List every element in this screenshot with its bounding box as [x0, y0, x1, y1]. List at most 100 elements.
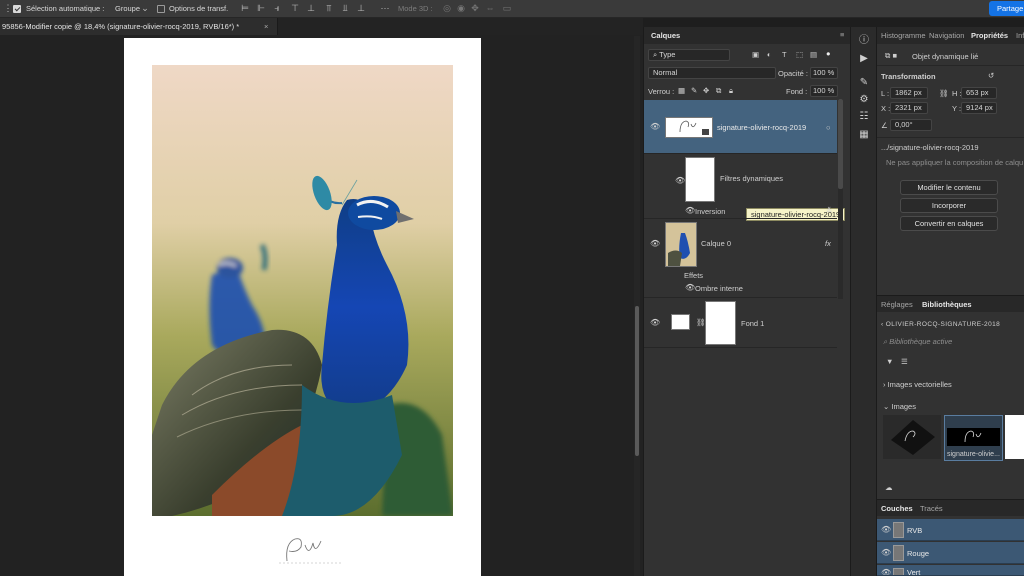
opacity-input[interactable]: 100 %: [810, 67, 838, 79]
menu-icon[interactable]: ⋮: [3, 4, 13, 13]
tab-navigation[interactable]: Navigation: [929, 31, 964, 40]
visibility-eye-icon[interactable]: 👁︎: [675, 177, 685, 185]
convert-to-layers-button[interactable]: Convertir en calques: [900, 216, 998, 231]
cloud-icon[interactable]: ☁︎: [885, 483, 893, 492]
visibility-eye-icon[interactable]: 👁︎: [685, 207, 695, 215]
reset-transform-icon[interactable]: ↺: [988, 71, 994, 80]
layer-filter-value: Type: [659, 50, 676, 59]
libraries-tabbar: Réglages Bibliothèques: [877, 295, 1024, 312]
lock-position-icon[interactable]: ✥: [703, 86, 709, 95]
align-top-icon[interactable]: ⊤: [290, 4, 300, 13]
filter-pixel-icon[interactable]: ▣: [752, 50, 759, 59]
library-item-partial[interactable]: [1005, 415, 1024, 459]
scrollbar-thumb[interactable]: [838, 99, 843, 189]
scale-3d-icon[interactable]: ▭: [502, 4, 512, 13]
fx-icon[interactable]: fx: [825, 239, 831, 248]
adjustments-icon[interactable]: ⚙︎: [858, 94, 870, 106]
lock-pixels-icon[interactable]: ✎: [691, 86, 697, 95]
info-icon[interactable]: ⓘ: [858, 35, 870, 47]
transform-controls-checkbox[interactable]: [157, 5, 165, 13]
channel-row-rgb[interactable]: 👁︎ RVB: [877, 519, 1024, 541]
layer-filter-dropdown[interactable]: ⌕ Type: [648, 49, 730, 61]
x-input[interactable]: 2321 px: [890, 102, 928, 114]
width-input[interactable]: 1862 px: [890, 87, 928, 99]
link-dimensions-icon[interactable]: ⛓︎: [939, 89, 949, 98]
library-item-selected[interactable]: signature-olivie...: [944, 415, 1003, 461]
filter-adjust-icon[interactable]: ◐: [767, 50, 772, 59]
channel-row-red[interactable]: 👁︎ Rouge: [877, 542, 1024, 564]
visibility-eye-icon[interactable]: 👁︎: [881, 526, 891, 534]
blend-mode-value: Normal: [653, 68, 678, 77]
peacock-photo[interactable]: [152, 65, 453, 516]
section-vector-images[interactable]: › Images vectorielles: [883, 380, 952, 389]
tab-paths[interactable]: Tracés: [920, 504, 943, 513]
lock-artboard-icon[interactable]: ⧉: [716, 86, 721, 96]
align-left-icon[interactable]: ⊨: [240, 4, 250, 13]
tab-libraries[interactable]: Bibliothèques: [922, 300, 972, 309]
visibility-eye-icon[interactable]: 👁︎: [650, 123, 660, 131]
tab-adjustments[interactable]: Réglages: [881, 300, 913, 309]
lock-all-icon[interactable]: 🔒︎: [729, 86, 733, 96]
slide-3d-icon[interactable]: ⇔: [485, 4, 495, 13]
distribute-top-icon[interactable]: ⫪: [324, 4, 334, 13]
layer-row-signature[interactable]: 👁︎ signature-olivier-rocq-2019 ○ signatu…: [644, 100, 846, 221]
filter-text-icon[interactable]: T: [782, 50, 787, 59]
auto-select-checkbox[interactable]: [13, 5, 21, 13]
play-icon[interactable]: ▶: [858, 53, 870, 65]
align-center-icon[interactable]: ⊩: [256, 4, 266, 13]
tab-histogram[interactable]: Histogramme: [881, 31, 926, 40]
tab-properties[interactable]: Propriétés: [971, 31, 1008, 40]
blend-mode-dropdown[interactable]: Normal: [648, 67, 776, 79]
layer-row-fond-1[interactable]: 👁︎ ⛓︎ Fond 1: [644, 298, 837, 348]
layers-scrollbar[interactable]: [838, 99, 843, 299]
roll-3d-icon[interactable]: ◉: [456, 4, 466, 13]
tab-layers[interactable]: Calques: [651, 31, 680, 40]
filter-smart-icon[interactable]: ▤: [810, 50, 817, 59]
rotate-3d-icon[interactable]: ◎: [442, 4, 452, 13]
document-title: 95856-Modifier copie @ 18,4% (signature-…: [2, 22, 240, 31]
lock-transparent-icon[interactable]: ▦: [678, 86, 685, 95]
distribute-middle-icon[interactable]: ⫫: [340, 4, 350, 13]
filter-toggle-icon[interactable]: ●: [826, 49, 831, 58]
sort-icon[interactable]: ☰: [901, 357, 908, 366]
sliders-icon[interactable]: ☷: [858, 111, 870, 123]
library-item-rotated[interactable]: [883, 415, 941, 459]
height-input[interactable]: 653 px: [961, 87, 997, 99]
y-input[interactable]: 9124 px: [961, 102, 997, 114]
signature-logo[interactable]: [275, 535, 345, 565]
visibility-eye-icon[interactable]: 👁︎: [685, 284, 695, 292]
filter-options-icon[interactable]: ≚: [826, 206, 832, 215]
section-images[interactable]: ⌄ Images: [883, 402, 916, 411]
filter-icon[interactable]: ▼: [886, 357, 893, 366]
auto-select-dropdown[interactable]: Groupe: [115, 4, 140, 13]
visibility-eye-icon[interactable]: 👁︎: [650, 319, 660, 327]
fill-input[interactable]: 100 %: [810, 85, 838, 97]
channel-row-green[interactable]: 👁︎ Vert: [877, 565, 1024, 576]
filter-shape-icon[interactable]: ⬚: [796, 50, 803, 59]
embed-button[interactable]: Incorporer: [900, 198, 998, 213]
panel-menu-icon[interactable]: ≡: [840, 30, 844, 39]
library-name[interactable]: ‹ OLIVIER-ROCQ-SIGNATURE-2018: [881, 321, 1000, 328]
edit-contents-button[interactable]: Modifier le contenu: [900, 180, 998, 195]
more-icon[interactable]: ···: [380, 4, 390, 13]
tab-channels[interactable]: Couches: [881, 504, 913, 513]
library-search-input[interactable]: ⌕ Bibliothèque active: [883, 337, 952, 347]
angle-input[interactable]: 0,00°: [890, 119, 932, 131]
layer-row-calque-0[interactable]: 👁︎ Calque 0 fx Effets 👁︎ Ombre interne: [644, 219, 837, 298]
layer-row-smart-filters[interactable]: 👁︎ Filtres dynamiques 👁︎ Inversion ≚: [644, 154, 837, 219]
align-middle-icon[interactable]: ⊥: [306, 4, 316, 13]
tab-info[interactable]: Infe: [1016, 31, 1024, 40]
visibility-eye-icon[interactable]: 👁︎: [881, 569, 891, 576]
pan-3d-icon[interactable]: ✥: [470, 4, 480, 13]
visibility-eye-icon[interactable]: 👁︎: [650, 240, 660, 248]
swatches-icon[interactable]: ▦: [858, 129, 870, 141]
close-icon[interactable]: ×: [264, 22, 268, 31]
visibility-eye-icon[interactable]: 👁︎: [881, 549, 891, 557]
document-tab[interactable]: 95856-Modifier copie @ 18,4% (signature-…: [0, 18, 278, 35]
brush-icon[interactable]: ✎: [858, 77, 870, 89]
canvas-vertical-scrollbar[interactable]: [634, 36, 640, 576]
share-button[interactable]: Partage: [989, 1, 1024, 16]
scrollbar-thumb[interactable]: [635, 306, 639, 456]
distribute-bottom-icon[interactable]: ⊥: [356, 4, 366, 13]
align-right-icon[interactable]: ⫣: [272, 4, 282, 13]
